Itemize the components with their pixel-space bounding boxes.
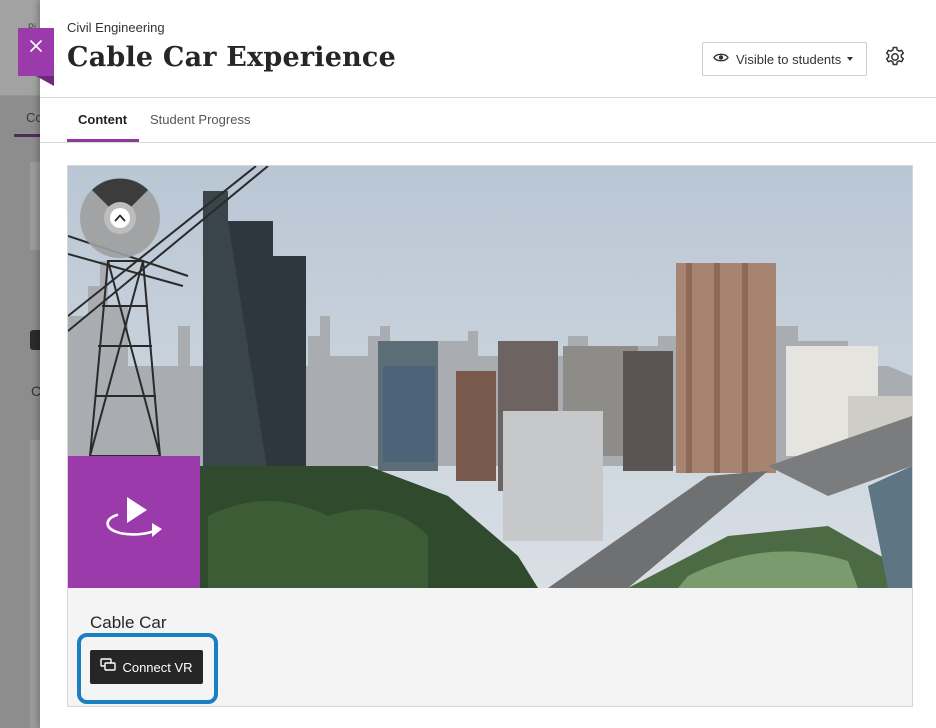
course-name: Civil Engineering bbox=[67, 20, 165, 35]
settings-button[interactable] bbox=[882, 46, 908, 72]
play-360-icon bbox=[100, 493, 168, 552]
background-block bbox=[30, 440, 40, 728]
background-card bbox=[30, 162, 40, 250]
visibility-label: Visible to students bbox=[736, 51, 842, 67]
visibility-dropdown[interactable]: Visible to students bbox=[702, 42, 867, 76]
active-tab-indicator bbox=[67, 139, 139, 142]
vr-headset-icon bbox=[100, 658, 117, 676]
eye-icon bbox=[713, 50, 729, 68]
background-tab-underline bbox=[14, 134, 40, 137]
play-360-button[interactable] bbox=[68, 456, 200, 588]
page-title: Cable Car Experience bbox=[67, 42, 396, 73]
tab-bar: Content Student Progress bbox=[40, 99, 936, 143]
gear-icon bbox=[883, 45, 907, 74]
panel-header: Civil Engineering Cable Car Experience V… bbox=[40, 0, 936, 98]
tab-content[interactable]: Content bbox=[78, 112, 127, 127]
connect-vr-button[interactable]: Connect VR bbox=[90, 650, 203, 684]
caret-down-icon bbox=[847, 57, 854, 61]
background-chip bbox=[30, 330, 40, 350]
compass-control[interactable] bbox=[79, 177, 161, 259]
connect-vr-label: Connect VR bbox=[122, 659, 193, 675]
close-icon bbox=[18, 28, 54, 64]
vr-content-card: Cable Car Connect VR bbox=[67, 165, 913, 707]
compass-icon bbox=[80, 178, 160, 258]
item-title: Cable Car bbox=[90, 613, 167, 632]
tab-student-progress[interactable]: Student Progress bbox=[150, 112, 250, 127]
close-panel-button[interactable] bbox=[18, 28, 54, 86]
content-panel: Civil Engineering Cable Car Experience V… bbox=[40, 0, 936, 728]
